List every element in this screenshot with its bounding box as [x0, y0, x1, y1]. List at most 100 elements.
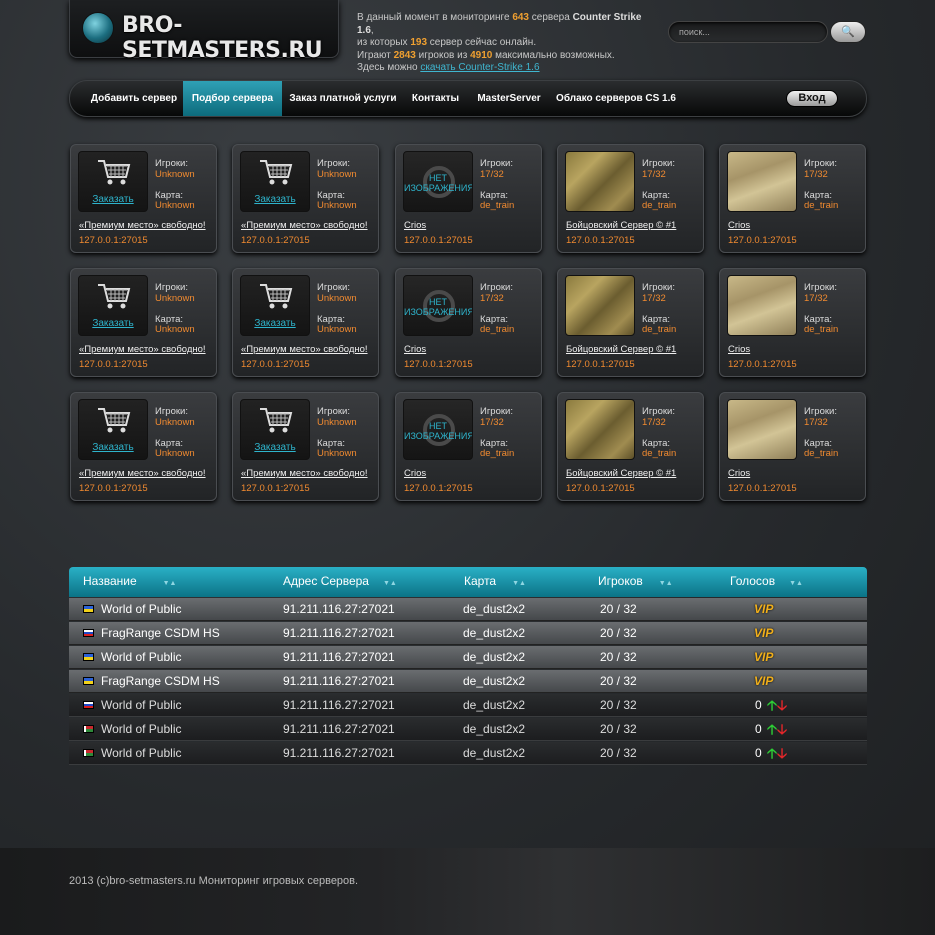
server-name-link[interactable]: Crios — [404, 344, 426, 355]
card-thumbnail[interactable]: Заказать — [78, 151, 148, 212]
vote-up-icon[interactable]: 🡡 — [767, 721, 777, 737]
table-row[interactable]: World of Public 91.211.116.27:27021 de_dus… — [69, 694, 867, 717]
col-players[interactable]: Игроков ▼▲ — [598, 567, 673, 598]
card-thumbnail[interactable]: НЕТ ИЗОБРАЖЕНИЯ — [403, 151, 473, 212]
card-thumbnail[interactable]: Заказать — [240, 275, 310, 336]
server-card[interactable]: НЕТ ИЗОБРАЖЕНИЯ Игроки: 17/32 Карта: de_trai… — [395, 144, 542, 253]
server-card[interactable]: Игроки: 17/32 Карта: de_train Crios 127.0.0.1… — [719, 144, 866, 253]
map-thumbnail[interactable] — [565, 275, 635, 336]
sort-icon[interactable]: ▼▲ — [163, 580, 177, 587]
nav-add-server[interactable]: Добавить сервер — [84, 81, 184, 116]
server-name-link[interactable]: Бойцовский Сервер © #1 — [566, 344, 676, 355]
table-row[interactable]: World of Public 91.211.116.27:27021 de_dus… — [69, 718, 867, 741]
server-name-link[interactable]: Crios — [728, 344, 750, 355]
card-thumbnail[interactable]: Заказать — [78, 399, 148, 460]
nav-masterserver[interactable]: MasterServer — [467, 81, 551, 116]
login-button[interactable]: Вход — [786, 90, 838, 107]
order-link[interactable]: Заказать — [241, 194, 309, 205]
server-name-link[interactable]: «Премиум место» свободно! — [241, 468, 368, 479]
server-name-link[interactable]: «Премиум место» свободно! — [241, 220, 368, 231]
server-name-link[interactable]: «Премиум место» свободно! — [79, 220, 206, 231]
table-row[interactable]: World of Public 91.211.116.27:27021 de_dus… — [69, 598, 867, 621]
server-card[interactable]: Заказать Игроки: Unknown Карта: Unknown «Прем… — [70, 392, 217, 501]
vote-down-icon[interactable]: 🡣 — [777, 721, 787, 737]
map-thumbnail[interactable] — [565, 151, 635, 212]
server-card[interactable]: Заказать Игроки: Unknown Карта: Unknown «Прем… — [232, 144, 379, 253]
table-row[interactable]: FragRange CSDM HS 91.211.116.27:27021 de_d… — [69, 670, 867, 693]
vote-up-icon[interactable]: 🡡 — [767, 745, 777, 761]
map-value: de_train — [480, 324, 515, 335]
col-votes[interactable]: Голосов ▼▲ — [730, 567, 803, 598]
server-name-link[interactable]: Crios — [728, 220, 750, 231]
server-name[interactable]: World of Public — [101, 742, 181, 765]
order-link[interactable]: Заказать — [79, 442, 147, 453]
sort-icon[interactable]: ▼▲ — [512, 580, 526, 587]
server-name[interactable]: World of Public — [101, 718, 181, 741]
order-link[interactable]: Заказать — [79, 318, 147, 329]
server-card[interactable]: Игроки: 17/32 Карта: de_train Бойцовский Сер… — [557, 144, 704, 253]
server-card[interactable]: НЕТ ИЗОБРАЖЕНИЯ Игроки: 17/32 Карта: de_trai… — [395, 392, 542, 501]
table-row[interactable]: FragRange CSDM HS 91.211.116.27:27021 de_d… — [69, 622, 867, 645]
server-name[interactable]: FragRange CSDM HS — [101, 622, 220, 645]
map-thumbnail[interactable] — [727, 151, 797, 212]
sort-icon[interactable]: ▼▲ — [789, 580, 803, 587]
server-name-link[interactable]: Crios — [728, 468, 750, 479]
card-thumbnail[interactable]: Заказать — [240, 151, 310, 212]
site-logo[interactable]: BRO-SETMASTERS.RU — [69, 0, 339, 63]
server-card[interactable]: Игроки: 17/32 Карта: de_train Crios 127.0.0.1… — [719, 268, 866, 377]
order-link[interactable]: Заказать — [241, 318, 309, 329]
nav-server-cloud[interactable]: Облако серверов CS 1.6 — [551, 81, 681, 116]
server-name-link[interactable]: Бойцовский Сервер © #1 — [566, 468, 676, 479]
col-address[interactable]: Адрес Сервера ▼▲ — [283, 567, 397, 598]
vote-down-icon[interactable]: 🡣 — [777, 697, 787, 713]
server-players: 20 / 32 — [600, 746, 637, 760]
server-card[interactable]: Заказать Игроки: Unknown Карта: Unknown «Прем… — [70, 268, 217, 377]
server-name-link[interactable]: Crios — [404, 468, 426, 479]
col-address-label: Адрес Сервера — [283, 574, 369, 588]
card-thumbnail[interactable]: Заказать — [78, 275, 148, 336]
server-name-link[interactable]: «Премиум место» свободно! — [79, 468, 206, 479]
vote-up-icon[interactable]: 🡡 — [767, 697, 777, 713]
table-row[interactable]: World of Public 91.211.116.27:27021 de_dus… — [69, 742, 867, 765]
map-thumbnail[interactable] — [727, 399, 797, 460]
server-card[interactable]: Игроки: 17/32 Карта: de_train Бойцовский Сер… — [557, 268, 704, 377]
players-value: Unknown — [317, 293, 357, 304]
search-input[interactable]: поиск... — [668, 21, 828, 43]
server-card[interactable]: Игроки: 17/32 Карта: de_train Crios 127.0.0.1… — [719, 392, 866, 501]
server-name[interactable]: World of Public — [101, 694, 181, 717]
server-name-link[interactable]: Бойцовский Сервер © #1 — [566, 220, 676, 231]
server-card[interactable]: НЕТ ИЗОБРАЖЕНИЯ Игроки: 17/32 Карта: de_trai… — [395, 268, 542, 377]
servers-table-header: Название ▼▲ Адрес Сервера ▼▲ Карта ▼▲ Игрок… — [69, 567, 867, 597]
flag-by-icon — [83, 725, 94, 733]
order-link[interactable]: Заказать — [241, 442, 309, 453]
sort-icon[interactable]: ▼▲ — [659, 580, 673, 587]
server-name[interactable]: World of Public — [101, 598, 181, 621]
vote-down-icon[interactable]: 🡣 — [777, 745, 787, 761]
card-thumbnail[interactable]: НЕТ ИЗОБРАЖЕНИЯ — [403, 275, 473, 336]
server-name-link[interactable]: Crios — [404, 220, 426, 231]
col-map[interactable]: Карта ▼▲ — [464, 567, 526, 598]
map-thumbnail[interactable] — [565, 399, 635, 460]
map-thumbnail[interactable] — [727, 275, 797, 336]
card-thumbnail[interactable]: Заказать — [240, 399, 310, 460]
server-card[interactable]: Заказать Игроки: Unknown Карта: Unknown «Прем… — [70, 144, 217, 253]
server-name[interactable]: World of Public — [101, 646, 181, 669]
server-address: 91.211.116.27:27021 — [283, 626, 395, 640]
players-value: 17/32 — [480, 417, 504, 428]
col-name[interactable]: Название ▼▲ — [83, 567, 176, 598]
nav-contacts[interactable]: Контакты — [404, 81, 467, 116]
order-link[interactable]: Заказать — [79, 194, 147, 205]
card-thumbnail[interactable]: НЕТ ИЗОБРАЖЕНИЯ — [403, 399, 473, 460]
nav-paid-service[interactable]: Заказ платной услуги — [282, 81, 404, 116]
server-card[interactable]: Заказать Игроки: Unknown Карта: Unknown «Прем… — [232, 392, 379, 501]
sort-icon[interactable]: ▼▲ — [383, 580, 397, 587]
server-name-link[interactable]: «Премиум место» свободно! — [241, 344, 368, 355]
server-card[interactable]: Заказать Игроки: Unknown Карта: Unknown «Прем… — [232, 268, 379, 377]
table-row[interactable]: World of Public 91.211.116.27:27021 de_dus… — [69, 646, 867, 669]
search-button[interactable]: 🔍 — [830, 21, 866, 43]
nav-server-pick[interactable]: Подбор сервера — [183, 81, 282, 116]
server-card[interactable]: Игроки: 17/32 Карта: de_train Бойцовский Сер… — [557, 392, 704, 501]
download-cs-link[interactable]: скачать Counter-Strike 1.6 — [420, 62, 539, 73]
server-name-link[interactable]: «Премиум место» свободно! — [79, 344, 206, 355]
server-name[interactable]: FragRange CSDM HS — [101, 670, 220, 693]
